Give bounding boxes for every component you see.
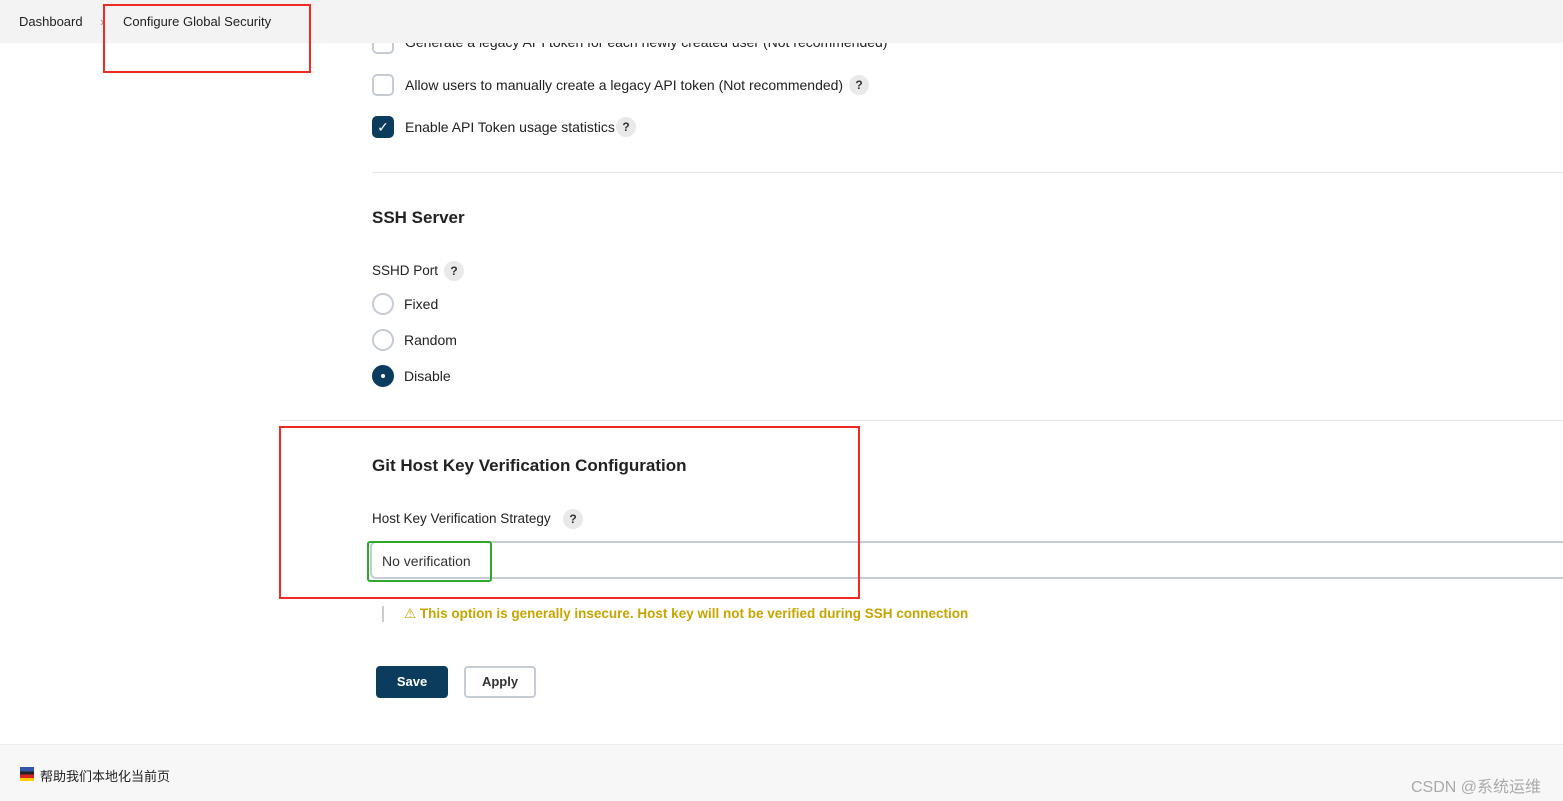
radio-fixed[interactable] xyxy=(372,293,394,315)
save-button[interactable]: Save xyxy=(376,666,448,698)
watermark: CSDN @系统运维 xyxy=(1411,779,1542,796)
divider xyxy=(382,606,384,622)
check-icon: ✓ xyxy=(377,119,389,135)
divider xyxy=(372,172,1563,173)
warning-text: This option is generally insecure. Host … xyxy=(419,606,969,621)
help-icon[interactable]: ? xyxy=(444,261,464,281)
enable-token-stats-checkbox[interactable]: ✓ xyxy=(372,116,394,138)
ssh-server-title: SSH Server xyxy=(372,208,465,227)
breadcrumb-dashboard[interactable]: Dashboard xyxy=(19,14,83,29)
radio-random-label: Random xyxy=(404,332,457,348)
sshd-port-label: SSHD Port xyxy=(372,263,439,278)
localize-link[interactable]: 帮助我们本地化当前页 xyxy=(40,766,170,785)
enable-token-stats-label: Enable API Token usage statistics xyxy=(405,119,615,135)
warning-triangle-icon: ⚠ xyxy=(404,606,417,621)
allow-manual-legacy-token-checkbox[interactable] xyxy=(372,74,394,96)
radio-fixed-label: Fixed xyxy=(404,296,439,312)
help-icon[interactable]: ? xyxy=(849,75,869,95)
flag-icon xyxy=(20,767,34,781)
footer xyxy=(0,744,1563,801)
warning-message: ⚠ This option is generally insecure. Hos… xyxy=(404,606,968,622)
annotation-box xyxy=(103,4,311,73)
apply-button[interactable]: Apply xyxy=(464,666,536,698)
allow-manual-legacy-token-label: Allow users to manually create a legacy … xyxy=(405,77,844,93)
radio-random[interactable] xyxy=(372,329,394,351)
annotation-box xyxy=(279,426,860,599)
radio-disable[interactable] xyxy=(372,365,394,387)
divider xyxy=(280,420,1563,421)
help-icon[interactable]: ? xyxy=(616,117,636,137)
radio-disable-label: Disable xyxy=(404,368,451,384)
